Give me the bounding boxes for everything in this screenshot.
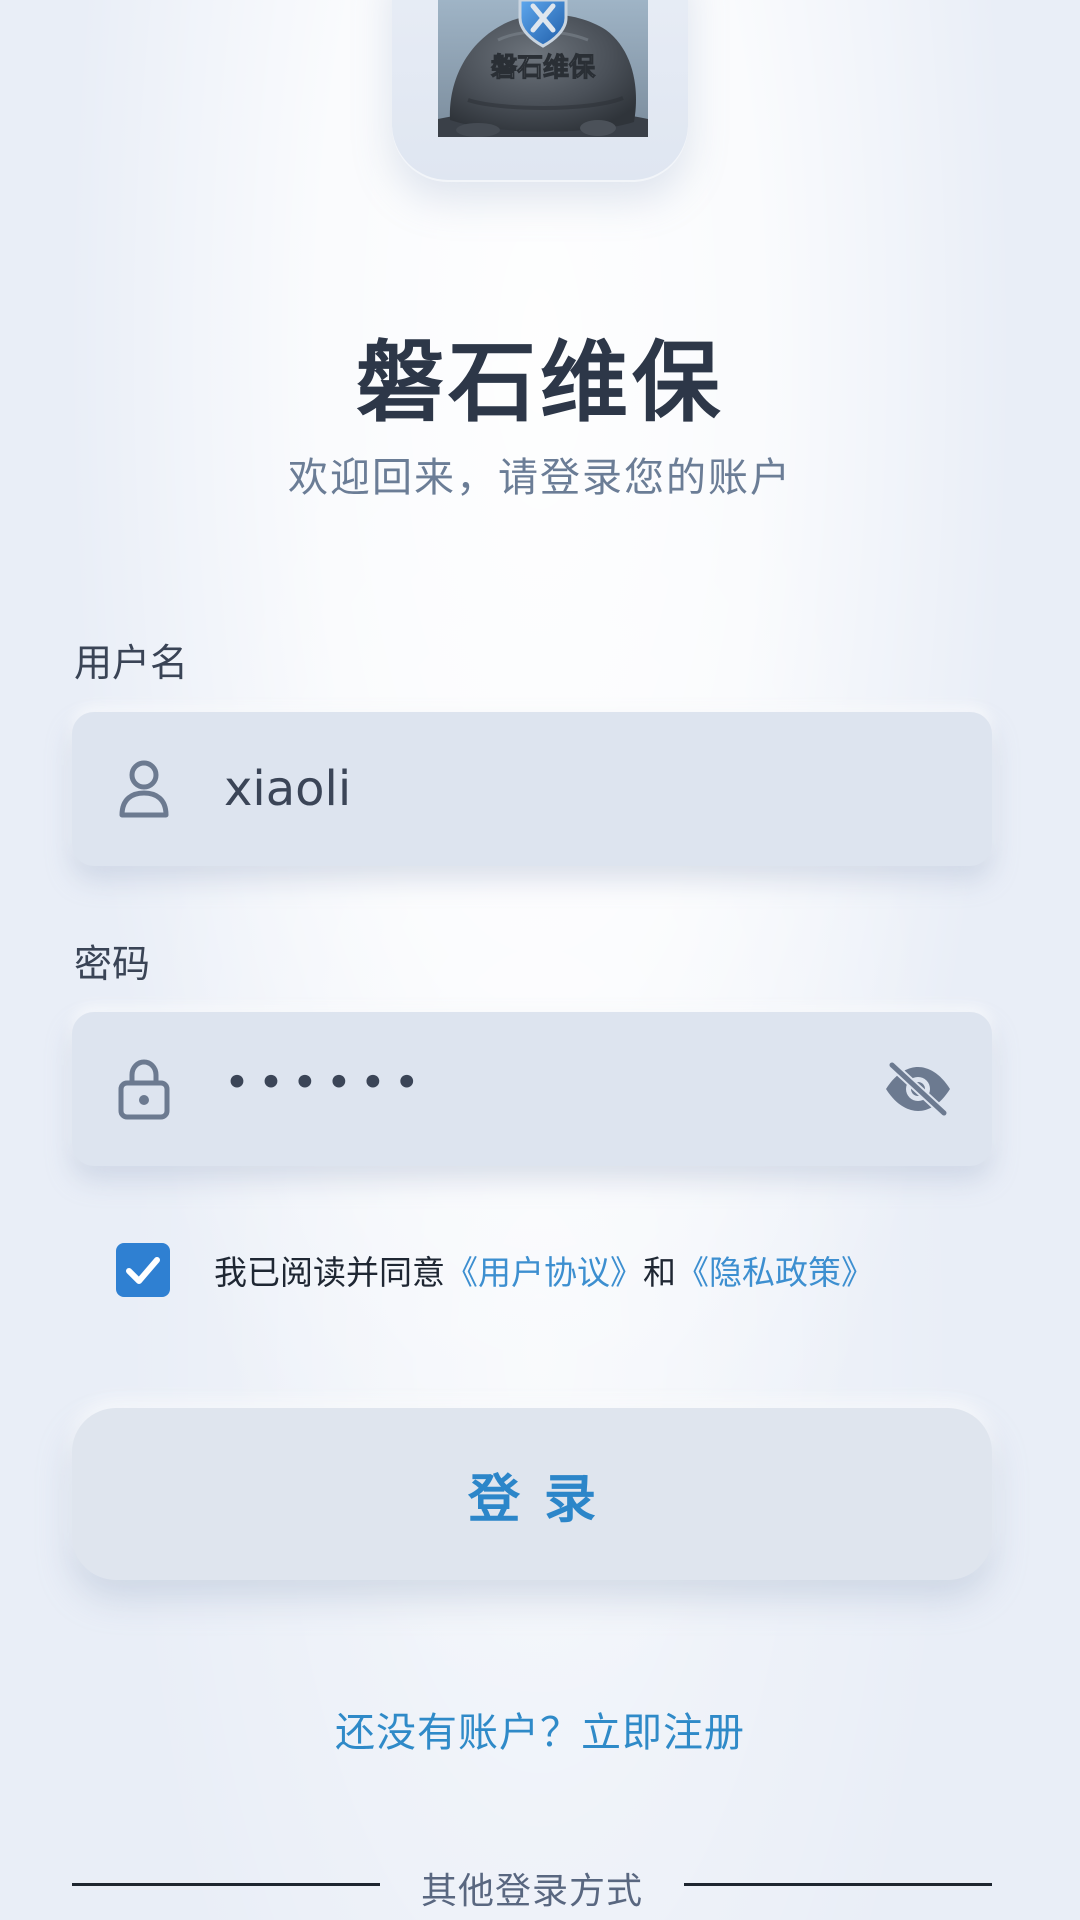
user-icon [116,757,172,821]
app-logo-image: 磐石维保 [438,0,648,137]
other-login-label: 其他登录方式 [420,1871,643,1912]
agreement-text: 我已阅读并同意《用户协议》和《隐私政策》 [214,1246,874,1294]
user-agreement-link[interactable]: 《用户协议》 [445,1253,643,1292]
logo-text: 磐石维保 [491,52,596,83]
background-glow [0,0,1080,1920]
password-input[interactable]: •••••• [224,1057,428,1108]
agreement-row: 我已阅读并同意《用户协议》和《隐私政策》 [116,1240,874,1300]
password-field[interactable]: •••••• [72,1012,992,1166]
divider-line-right [684,1883,992,1886]
check-icon [126,1257,160,1284]
privacy-policy-link[interactable]: 《隐私政策》 [676,1253,874,1292]
username-field[interactable]: xiaoli [72,712,992,866]
login-button-label: 登录 [467,1469,620,1530]
agreement-checkbox[interactable] [116,1243,170,1297]
password-label: 密码 [74,942,151,986]
logo-card: 磐石维保 [392,0,688,182]
register-link[interactable]: 还没有账户？立即注册 [0,1700,1080,1758]
other-login-divider: 其他登录方式 [72,1862,992,1912]
app-title: 磐石维保 [355,331,724,434]
eye-off-icon[interactable] [882,1059,954,1119]
welcome-subtitle: 欢迎回来，请登录您的账户 [288,455,792,501]
lock-icon [116,1057,172,1121]
username-label: 用户名 [74,641,189,685]
username-input[interactable]: xiaoli [224,761,351,817]
agreement-connector: 和 [643,1253,676,1292]
agreement-prefix: 我已阅读并同意 [214,1253,445,1292]
login-button[interactable]: 登录 [72,1408,992,1580]
